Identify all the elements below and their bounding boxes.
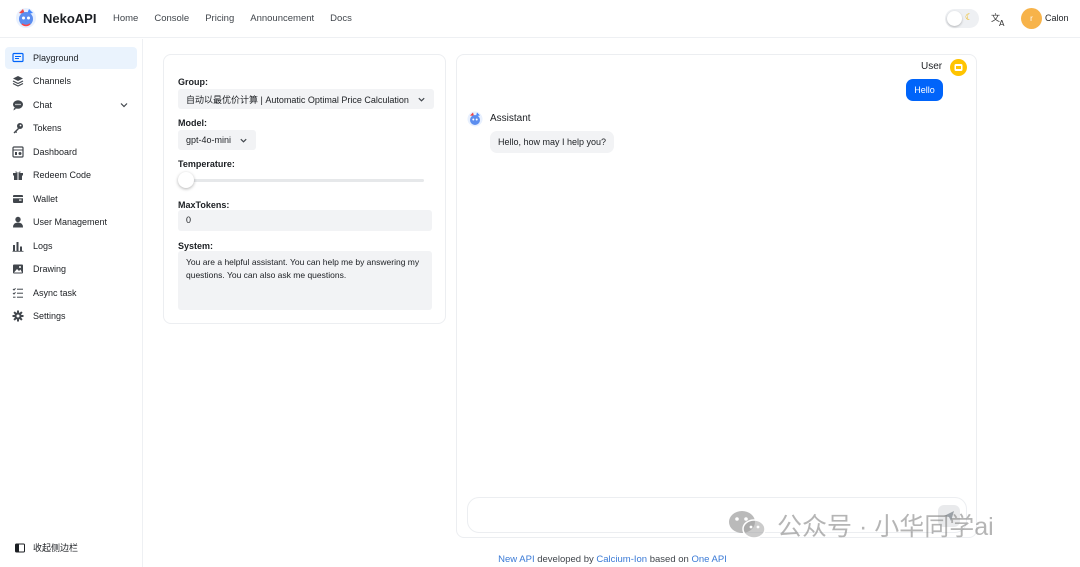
chat-square-icon [12,52,24,63]
avatar[interactable]: r [1021,8,1042,29]
group-select[interactable]: 自动以最优价计算 | Automatic Optimal Price Calcu… [178,89,434,109]
sidebar-item-playground[interactable]: Playground [5,47,137,69]
sidebar-item-dashboard[interactable]: Dashboard [5,141,137,163]
chevron-down-icon [240,138,247,143]
chevron-down-icon[interactable] [119,100,129,110]
key-icon [13,123,23,134]
toggle-knob [947,11,962,26]
sidebar-item-label: User Management [33,217,108,227]
sidebar: Playground Channels Chat Tokens Dashboar… [0,39,143,567]
sidebar-item-settings[interactable]: Settings [5,305,137,327]
temperature-label: Temperature: [178,159,235,169]
wallet-icon [13,195,23,203]
sidebar-item-label: Redeem Code [33,170,92,180]
sidebar-item-redeem-code[interactable]: Redeem Code [5,164,137,186]
sidebar-item-label: Wallet [33,194,58,204]
collapse-sidebar-label: 收起侧边栏 [33,543,79,553]
top-bar: NekoAPI Home Console Pricing Announcemen… [0,0,1080,38]
maxtokens-label: MaxTokens: [178,200,230,210]
neko-logo-icon[interactable] [15,7,37,29]
temperature-slider-handle[interactable] [178,172,194,188]
theme-toggle[interactable]: ☾ [945,9,979,28]
temperature-slider-track[interactable] [184,179,424,182]
footer-link-new-api[interactable]: New API [498,554,534,565]
brand-name[interactable]: NekoAPI [43,11,96,26]
bar-chart-icon [12,242,24,252]
model-select-value: gpt-4o-mini [186,135,232,145]
gear-icon [12,310,24,322]
user-name: User [921,61,943,72]
nav-console[interactable]: Console [154,13,189,24]
top-nav: Home Console Pricing Announcement Docs [113,13,368,24]
nav-home[interactable]: Home [113,13,138,24]
user-avatar-icon [950,59,967,76]
sidebar-item-label: Tokens [33,123,62,133]
username[interactable]: Calon [1045,13,1069,23]
task-list-icon [12,287,23,298]
sidebar-item-label: Channels [33,76,72,86]
sidebar-item-chat[interactable]: Chat [5,94,137,116]
footer-link-calcium-ion[interactable]: Calcium-Ion [596,554,647,565]
image-icon [13,264,23,274]
sidebar-item-label: Dashboard [33,147,78,157]
moon-icon: ☾ [965,12,974,22]
model-select[interactable]: gpt-4o-mini [178,130,257,150]
footer-text: developed by [534,554,597,565]
model-label: Model: [178,118,207,128]
playground-settings-panel: Group: 自动以最优价计算 | Automatic Optimal Pric… [163,54,446,324]
sidebar-item-logs[interactable]: Logs [5,235,137,257]
sidebar-item-async-task[interactable]: Async task [5,282,137,304]
nav-pricing[interactable]: Pricing [205,13,234,24]
layers-icon [12,76,24,87]
assistant-name: Assistant [490,113,531,124]
footer: New API developed by Calcium-Ion based o… [0,554,1080,565]
sidebar-item-label: Settings [33,311,66,321]
group-select-value: 自动以最优价计算 | Automatic Optimal Price Calcu… [186,94,409,105]
watermark-text: 公众号 · 小华同学ai [777,513,994,541]
sidebar-item-drawing[interactable]: Drawing [5,258,137,280]
system-label: System: [178,241,214,251]
wechat-watermark: 公众号 · 小华同学ai [727,507,994,543]
sidebar-item-wallet[interactable]: Wallet [5,188,137,210]
assistant-message-bubble: Hello, how may I help you? [490,131,615,153]
svg-text:A: A [999,19,1005,27]
system-prompt-textarea[interactable]: You are a helpful assistant. You can hel… [178,251,432,310]
footer-text: based on [647,554,692,565]
sidebar-item-label: Chat [33,100,53,110]
chat-panel: User Hello Assistant Hello, how may I he… [456,54,977,538]
maxtokens-input[interactable]: 0 [178,210,432,231]
sidebar-item-user-management[interactable]: User Management [5,211,137,233]
sidebar-collapse-icon [15,543,25,552]
sidebar-item-label: Drawing [33,264,67,274]
translate-icon[interactable]: 文 A [991,11,1007,27]
gift-icon [13,171,23,180]
chat-bubble-icon [13,100,23,111]
nav-announcement[interactable]: Announcement [250,13,314,24]
group-label: Group: [178,77,208,87]
footer-link-one-api[interactable]: One API [691,554,726,565]
sidebar-item-label: Async task [33,288,77,298]
assistant-avatar-icon [467,111,483,127]
wechat-icon [729,511,766,539]
sidebar-item-label: Logs [33,241,53,251]
chevron-down-icon [418,97,425,102]
dashboard-icon [12,146,24,158]
user-avatar [950,59,967,76]
sidebar-item-tokens[interactable]: Tokens [5,117,137,139]
user-icon [13,216,23,228]
sidebar-item-label: Playground [33,53,79,63]
user-message-bubble: Hello [906,79,943,101]
nav-docs[interactable]: Docs [330,13,352,24]
sidebar-item-channels[interactable]: Channels [5,70,137,92]
collapse-sidebar-button[interactable]: 收起侧边栏 [15,541,78,554]
